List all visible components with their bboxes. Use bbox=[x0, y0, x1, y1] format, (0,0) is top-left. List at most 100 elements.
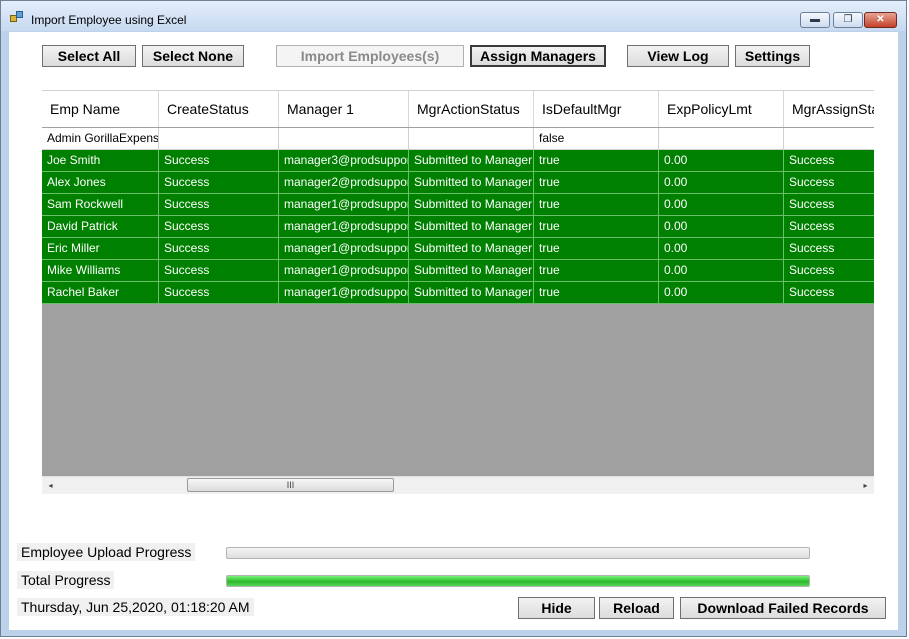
table-cell[interactable]: true bbox=[534, 260, 659, 282]
table-cell[interactable]: manager1@prodsuppor... bbox=[279, 238, 409, 260]
grid-header: Emp Name CreateStatus Manager 1 MgrActionSt… bbox=[42, 91, 874, 128]
table-cell[interactable]: Success bbox=[784, 194, 874, 216]
table-cell[interactable]: Success bbox=[784, 260, 874, 282]
table-cell[interactable]: 0.00 bbox=[659, 172, 784, 194]
employee-upload-progress-bar bbox=[226, 547, 810, 559]
table-cell[interactable]: Success bbox=[159, 260, 279, 282]
table-row[interactable]: Eric Miller Success manager1@prodsuppor...… bbox=[42, 238, 874, 260]
table-row[interactable]: Mike Williams Success manager1@prodsuppor.… bbox=[42, 260, 874, 282]
maximize-button[interactable]: ❐ bbox=[833, 12, 863, 28]
timestamp-label: Thursday, Jun 25,2020, 01:18:20 AM bbox=[17, 598, 254, 616]
table-cell[interactable]: 0.00 bbox=[659, 194, 784, 216]
table-cell[interactable]: Success bbox=[784, 216, 874, 238]
total-progress-bar bbox=[226, 575, 810, 587]
column-header[interactable]: ExpPolicyLmt bbox=[659, 91, 784, 127]
table-cell[interactable]: Success bbox=[784, 150, 874, 172]
table-row[interactable]: David Patrick Success manager1@prodsuppor.… bbox=[42, 216, 874, 238]
settings-button[interactable]: Settings bbox=[735, 45, 810, 67]
table-cell[interactable]: true bbox=[534, 150, 659, 172]
table-cell[interactable]: Success bbox=[159, 216, 279, 238]
select-none-button[interactable]: Select None bbox=[142, 45, 244, 67]
table-cell[interactable]: Success bbox=[159, 194, 279, 216]
table-cell[interactable]: Success bbox=[159, 282, 279, 304]
table-cell[interactable]: manager3@prodsuppor... bbox=[279, 150, 409, 172]
table-row[interactable]: Rachel Baker Success manager1@prodsuppor..… bbox=[42, 282, 874, 304]
table-cell[interactable]: true bbox=[534, 238, 659, 260]
column-header[interactable]: IsDefaultMgr bbox=[534, 91, 659, 127]
table-cell[interactable]: true bbox=[534, 172, 659, 194]
employee-upload-progress-label: Employee Upload Progress bbox=[17, 543, 196, 561]
table-cell[interactable]: Sam Rockwell bbox=[42, 194, 159, 216]
table-cell[interactable]: manager2@prodsuppor... bbox=[279, 172, 409, 194]
import-employee-window: Import Employee using Excel ▬ ❐ ✕ Select… bbox=[0, 0, 907, 637]
table-cell[interactable]: Rachel Baker bbox=[42, 282, 159, 304]
table-cell[interactable]: manager1@prodsuppor... bbox=[279, 260, 409, 282]
app-icon bbox=[10, 11, 24, 25]
column-header[interactable]: CreateStatus bbox=[159, 91, 279, 127]
table-cell[interactable] bbox=[159, 128, 279, 150]
table-cell[interactable]: manager1@prodsuppor... bbox=[279, 216, 409, 238]
table-row[interactable]: Sam Rockwell Success manager1@prodsuppor..… bbox=[42, 194, 874, 216]
table-cell[interactable]: 0.00 bbox=[659, 238, 784, 260]
table-cell[interactable]: Joe Smith bbox=[42, 150, 159, 172]
table-cell[interactable]: David Patrick bbox=[42, 216, 159, 238]
table-row[interactable]: Joe Smith Success manager3@prodsuppor... Su… bbox=[42, 150, 874, 172]
table-cell[interactable]: Admin GorillaExpense bbox=[42, 128, 159, 150]
table-cell[interactable]: true bbox=[534, 194, 659, 216]
table-cell[interactable]: Success bbox=[784, 282, 874, 304]
table-cell[interactable] bbox=[659, 128, 784, 150]
employee-grid[interactable]: Emp Name CreateStatus Manager 1 MgrActionSt… bbox=[42, 90, 874, 494]
close-button[interactable]: ✕ bbox=[864, 12, 897, 28]
table-cell[interactable]: Success bbox=[784, 172, 874, 194]
table-cell[interactable] bbox=[784, 128, 874, 150]
table-cell[interactable]: 0.00 bbox=[659, 150, 784, 172]
table-cell[interactable]: true bbox=[534, 216, 659, 238]
total-progress-label: Total Progress bbox=[17, 571, 115, 589]
grid-horizontal-scrollbar[interactable]: ◂ III ▸ bbox=[42, 476, 874, 494]
column-header[interactable]: Manager 1 bbox=[279, 91, 409, 127]
reload-button[interactable]: Reload bbox=[599, 597, 674, 619]
minimize-button[interactable]: ▬ bbox=[800, 12, 830, 28]
table-cell[interactable]: Submitted to Manager bbox=[409, 238, 534, 260]
download-failed-records-button[interactable]: Download Failed Records bbox=[680, 597, 886, 619]
table-cell[interactable]: Alex Jones bbox=[42, 172, 159, 194]
table-cell[interactable]: 0.00 bbox=[659, 260, 784, 282]
assign-managers-button[interactable]: Assign Managers bbox=[470, 45, 606, 67]
scroll-left-arrow-icon[interactable]: ◂ bbox=[42, 477, 59, 494]
table-cell[interactable]: Submitted to Manager bbox=[409, 172, 534, 194]
table-cell[interactable]: Submitted to Manager bbox=[409, 282, 534, 304]
table-row[interactable]: Admin GorillaExpense false bbox=[42, 128, 874, 150]
column-header[interactable]: MgrAssignSta bbox=[784, 91, 874, 127]
total-progress-fill bbox=[227, 576, 809, 586]
view-log-button[interactable]: View Log bbox=[627, 45, 729, 67]
table-cell[interactable]: manager1@prodsuppor... bbox=[279, 282, 409, 304]
hide-button[interactable]: Hide bbox=[518, 597, 595, 619]
table-cell[interactable]: manager1@prodsuppor... bbox=[279, 194, 409, 216]
table-cell[interactable]: Submitted to Manager bbox=[409, 260, 534, 282]
table-cell[interactable]: Success bbox=[159, 172, 279, 194]
column-header[interactable]: MgrActionStatus bbox=[409, 91, 534, 127]
table-row[interactable]: Alex Jones Success manager2@prodsuppor... S… bbox=[42, 172, 874, 194]
table-cell[interactable] bbox=[409, 128, 534, 150]
table-cell[interactable]: Submitted to Manager bbox=[409, 194, 534, 216]
form-client-area: Select All Select None Import Employees(… bbox=[9, 32, 898, 630]
table-cell[interactable]: Mike Williams bbox=[42, 260, 159, 282]
table-cell[interactable]: Submitted to Manager bbox=[409, 216, 534, 238]
scroll-right-arrow-icon[interactable]: ▸ bbox=[857, 477, 874, 494]
table-cell[interactable]: false bbox=[534, 128, 659, 150]
table-cell[interactable]: 0.00 bbox=[659, 216, 784, 238]
scroll-thumb[interactable]: III bbox=[187, 478, 394, 492]
table-cell[interactable] bbox=[279, 128, 409, 150]
title-bar[interactable]: Import Employee using Excel ▬ ❐ ✕ bbox=[1, 1, 906, 31]
table-cell[interactable]: Eric Miller bbox=[42, 238, 159, 260]
select-all-button[interactable]: Select All bbox=[42, 45, 136, 67]
table-cell[interactable]: Success bbox=[159, 238, 279, 260]
column-header[interactable]: Emp Name bbox=[42, 91, 159, 127]
import-employees-button[interactable]: Import Employees(s) bbox=[276, 45, 464, 67]
window-title: Import Employee using Excel bbox=[31, 13, 187, 27]
table-cell[interactable]: Success bbox=[159, 150, 279, 172]
table-cell[interactable]: 0.00 bbox=[659, 282, 784, 304]
table-cell[interactable]: true bbox=[534, 282, 659, 304]
table-cell[interactable]: Submitted to Manager bbox=[409, 150, 534, 172]
table-cell[interactable]: Success bbox=[784, 238, 874, 260]
